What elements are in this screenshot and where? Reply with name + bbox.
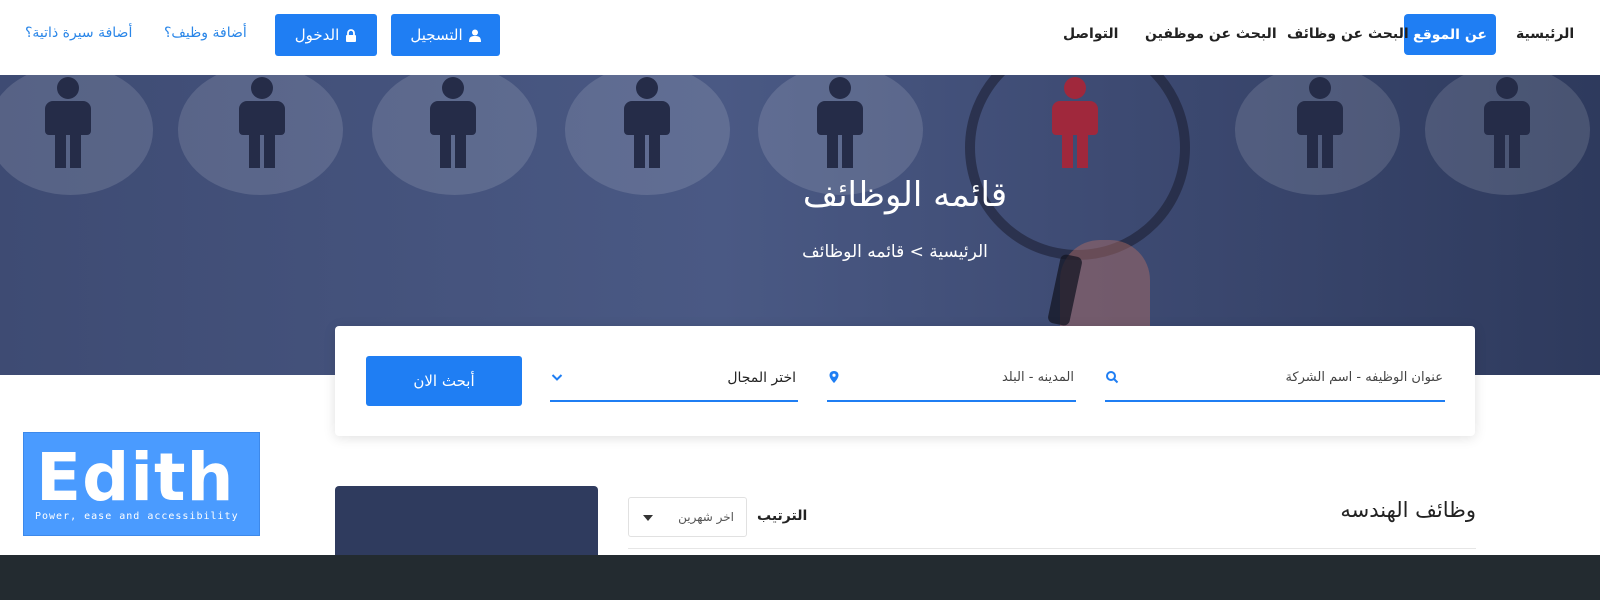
person-figure-icon [1482, 75, 1532, 170]
add-cv-link[interactable]: أضافة سيرة ذاتية؟ [25, 25, 132, 41]
divider [628, 548, 1476, 549]
nav-contact[interactable]: التواصل [1063, 26, 1118, 42]
category-placeholder: اختر المجال [727, 370, 796, 386]
section-title: وظائف الهندسه [1340, 498, 1476, 522]
person-figure-icon [428, 75, 478, 170]
person-figure-icon [622, 75, 672, 170]
breadcrumb: الرئيسية > قائمه الوظائف [0, 242, 1600, 262]
keyword-placeholder: عنوان الوظيفه - اسم الشركة [1285, 370, 1443, 385]
sort-value: اخر شهرين [678, 510, 734, 524]
search-now-button[interactable]: أبحث الان [366, 356, 522, 406]
magnifier-icon [965, 75, 1190, 260]
breadcrumb-current: قائمه الوظائف [802, 242, 905, 262]
nav-about[interactable]: عن الموقع [1404, 14, 1496, 55]
map-pin-icon [829, 371, 839, 383]
search-icon [1106, 371, 1119, 384]
footer [0, 555, 1600, 600]
sort-label: الترتيب [757, 508, 808, 524]
chevron-down-icon [551, 374, 563, 381]
breadcrumb-home[interactable]: الرئيسية [929, 242, 988, 262]
register-button[interactable]: التسجيل [391, 14, 500, 56]
login-button[interactable]: الدخول [275, 14, 377, 56]
nav-home[interactable]: الرئيسية [1516, 26, 1574, 42]
register-label: التسجيل [410, 26, 463, 44]
nav-search-employees[interactable]: البحث عن موظفين [1145, 26, 1277, 42]
person-figure-icon [43, 75, 93, 170]
sidebar-card [335, 486, 598, 566]
nav-search-jobs[interactable]: البحث عن وظائف [1287, 26, 1409, 42]
user-icon [468, 29, 481, 42]
add-job-link[interactable]: أضافة وظيف؟ [164, 25, 247, 41]
breadcrumb-separator: > [909, 242, 924, 262]
page-title: قائمه الوظائف [802, 175, 1008, 215]
person-figure-icon [1295, 75, 1345, 170]
person-figure-icon [237, 75, 287, 170]
category-select[interactable]: اختر المجال [550, 356, 798, 402]
keyword-input[interactable]: عنوان الوظيفه - اسم الشركة [1105, 356, 1445, 402]
job-search-form: عنوان الوظيفه - اسم الشركة المدينه - الب… [335, 326, 1475, 436]
login-label: الدخول [294, 26, 340, 44]
top-navbar: الرئيسية عن الموقع البحث عن وظائف البحث … [0, 0, 1600, 75]
location-placeholder: المدينه - البلد [1001, 370, 1074, 385]
brand-name: Edith [36, 439, 235, 516]
lock-icon [346, 28, 357, 42]
brand-logo: Edith Power, ease and accessibility [23, 432, 260, 536]
brand-tagline: Power, ease and accessibility [35, 511, 239, 522]
person-figure-icon [815, 75, 865, 170]
location-input[interactable]: المدينه - البلد [827, 356, 1076, 402]
caret-down-icon [643, 515, 653, 521]
sort-select[interactable]: اخر شهرين [628, 497, 747, 537]
